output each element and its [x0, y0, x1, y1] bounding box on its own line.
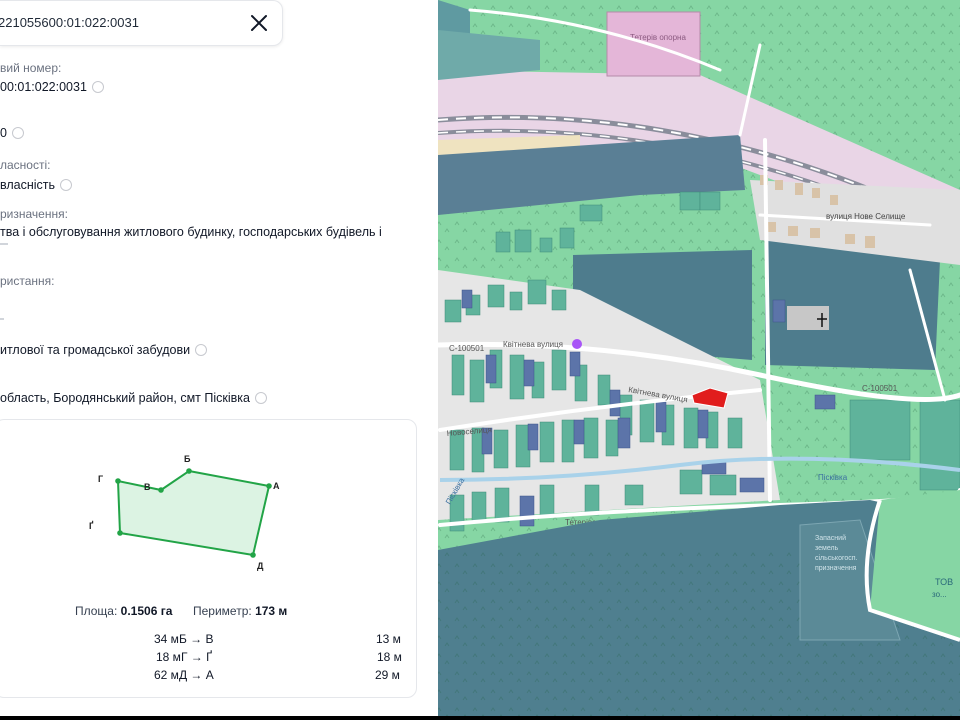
parcel-header: 221055600:01:022:0031	[0, 0, 283, 46]
bottom-bar	[0, 716, 960, 720]
info-icon[interactable]	[11, 126, 24, 139]
vertex-label-G: Г	[98, 474, 103, 484]
cadastral-number: 221055600:01:022:0031	[0, 15, 139, 30]
field-value-zone: итлової та громадської забудови	[0, 343, 208, 357]
vertex-V	[158, 487, 164, 493]
field-value-misc: 0	[0, 126, 24, 140]
river-label: Пісківка	[818, 473, 848, 482]
vertex-A	[266, 483, 272, 489]
field-value-purpose: тва і обслуговування житлового будинку, …	[0, 225, 382, 239]
side-row: 18 мГ → Ґ	[156, 650, 212, 664]
cadastral-map[interactable]: Тетерів опорна С-100501 С-100501 Квітнев…	[438, 0, 960, 716]
vertex-G2	[117, 530, 123, 536]
field-label-ownership: ласності:	[0, 158, 51, 172]
road-label-west: С-100501	[449, 344, 485, 353]
field-value-ownership: власність	[0, 178, 73, 192]
parcel-info-panel: 221055600:01:022:0031 вий номер: 00:01:0…	[0, 0, 438, 716]
info-icon[interactable]	[60, 178, 73, 191]
plot-card: Б А Д Ґ Г В Площа: 0.1506 га Периметр: 1…	[0, 419, 417, 698]
forest-note-3: сільськогосп.	[815, 554, 858, 562]
tov-label-2: зо...	[932, 590, 947, 599]
side-length: 29 м	[375, 668, 400, 682]
info-icon[interactable]	[195, 343, 208, 356]
forest-note-2: земель	[815, 545, 839, 552]
vertex-label-B: Б	[184, 454, 191, 464]
field-label-cadastral: вий номер:	[0, 61, 62, 75]
vertex-label-V: В	[144, 482, 151, 492]
road-label-east: С-100501	[862, 384, 898, 393]
forest-note-1: Запасний	[815, 534, 846, 542]
side-row: 34 мБ → В	[154, 632, 214, 646]
field-label-usage: ристання:	[0, 274, 55, 288]
info-icon[interactable]	[91, 80, 104, 93]
vertex-G	[115, 478, 121, 484]
map-canvas[interactable]: Тетерів опорна С-100501 С-100501 Квітнев…	[438, 0, 960, 716]
street-label-kvitneva: Квітнева вулиця	[503, 340, 563, 349]
forest-note-4: призначення	[815, 565, 857, 572]
vertex-D	[250, 552, 256, 558]
field-label-purpose: ризначення:	[0, 207, 68, 221]
purpose-overflow-mark	[0, 243, 8, 245]
vertex-label-G2: Ґ	[89, 520, 94, 531]
side-length: 18 м	[377, 650, 402, 664]
tov-label: ТОВ	[935, 577, 953, 587]
info-icon[interactable]	[254, 391, 267, 404]
side-length: 13 м	[376, 632, 401, 646]
vertex-B	[186, 468, 192, 474]
area-stat: Площа: 0.1506 га	[75, 604, 173, 618]
vertex-label-A: А	[273, 481, 280, 491]
close-icon[interactable]	[246, 10, 272, 36]
field-value-address: область, Бородянський район, смт Пісківк…	[0, 391, 267, 405]
plot-shape-diagram: Б А Д Ґ Г В	[89, 454, 280, 571]
field-value-cadastral: 00:01:022:0031	[0, 80, 104, 94]
perimeter-stat: Периметр: 173 м	[193, 604, 288, 618]
street-label-nove-selyshche: вулиця Нове Селище	[826, 212, 906, 221]
bus-stop-icon	[572, 339, 582, 349]
usage-mark	[0, 318, 4, 320]
vertex-label-D: Д	[257, 561, 264, 571]
side-row: 62 мД → А	[154, 668, 214, 682]
